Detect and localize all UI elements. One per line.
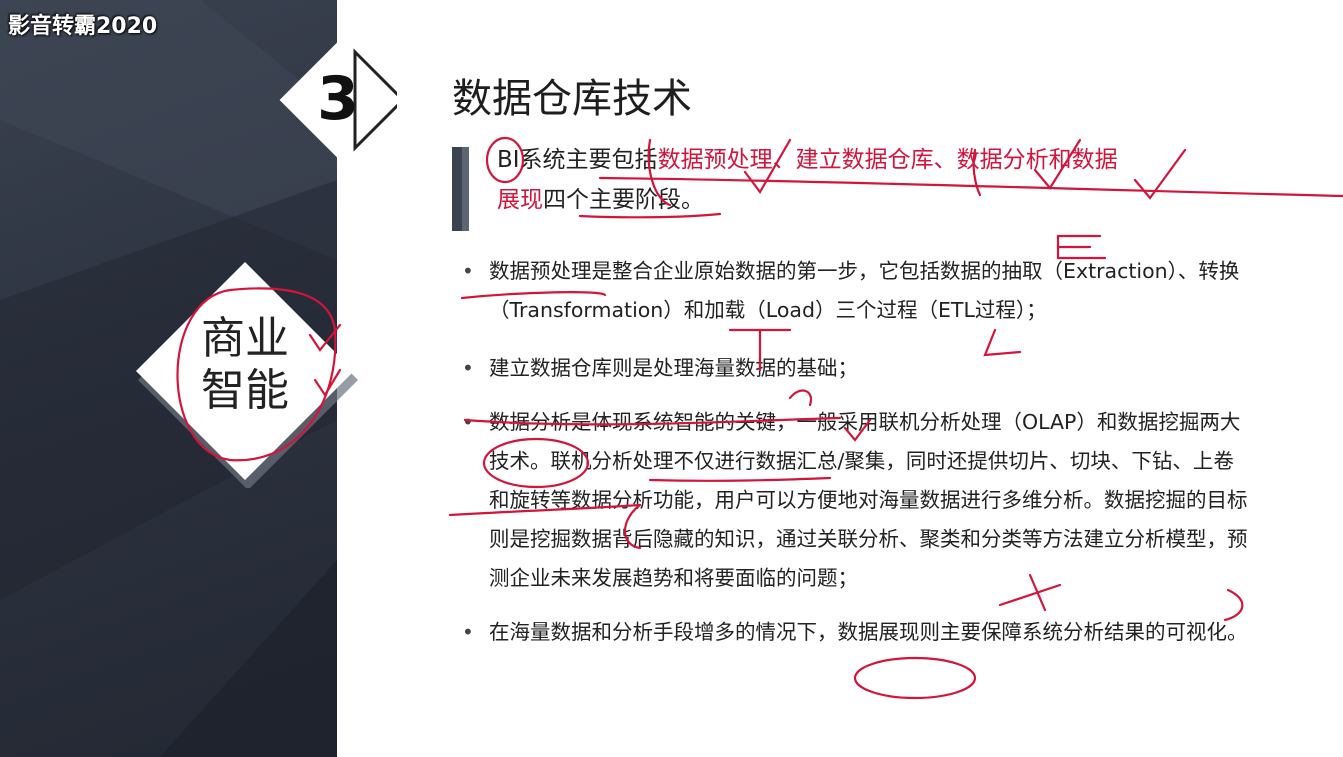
watermark: 影音转霸2020 xyxy=(8,14,158,39)
bullet-text: 在海量数据和分析手段增多的情况下，数据展现则主要保障系统分析结果的可视化。 xyxy=(489,620,1248,644)
intro-part-4: 四个主要阶段。 xyxy=(543,187,704,213)
topic-line-1: 商业 xyxy=(201,313,289,364)
bullet-list: • 数据预处理是整合企业原始数据的第一步，它包括数据的抽取（Extraction）… xyxy=(462,252,1252,652)
bullet-text: 建立数据仓库则是处理海量数据的基础； xyxy=(489,356,858,380)
list-item: • 数据预处理是整合企业原始数据的第一步，它包括数据的抽取（Extraction）… xyxy=(462,252,1252,330)
list-item: • 在海量数据和分析手段增多的情况下，数据展现则主要保障系统分析结果的可视化。 xyxy=(462,613,1252,652)
list-item: • 建立数据仓库则是处理海量数据的基础； xyxy=(462,349,1252,388)
intro-text: BI系统主要包括数据预处理、建立数据仓库、数据分析和数据展现四个主要阶段。 xyxy=(497,140,1217,220)
bullet-dot: • xyxy=(462,410,474,434)
intro-part-1: BI系统主要包括 xyxy=(497,147,658,173)
page-title: 数据仓库技术 xyxy=(452,76,692,122)
list-item: • 数据分析是体现系统智能的关键，一般采用联机分析处理（OLAP）和数据挖掘两大技… xyxy=(462,403,1252,598)
bullet-dot: • xyxy=(462,620,474,644)
topic-label: 商业 智能 xyxy=(190,313,300,417)
bullet-dot: • xyxy=(462,356,474,380)
intro-part-2: 数据预处理、建立数据仓库、数据分析和数据 xyxy=(657,147,1118,173)
section-number: 3 xyxy=(317,64,359,134)
bullet-text: 数据预处理是整合企业原始数据的第一步，它包括数据的抽取（Extraction）、… xyxy=(489,259,1240,322)
bullet-text: 数据分析是体现系统智能的关键，一般采用联机分析处理（OLAP）和数据挖掘两大技术… xyxy=(489,410,1248,590)
topic-line-2: 智能 xyxy=(201,365,289,416)
annotation-circle xyxy=(853,656,977,700)
intro-part-3: 展现 xyxy=(497,187,543,213)
intro-accent-bar-inner xyxy=(462,147,469,231)
bullet-dot: • xyxy=(462,259,474,283)
